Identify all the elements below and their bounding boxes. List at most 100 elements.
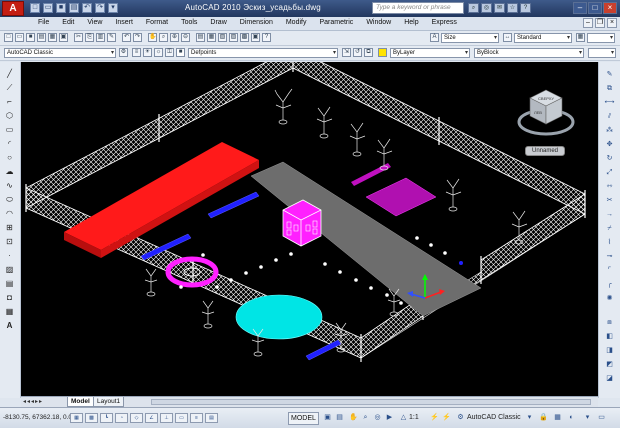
menu-format[interactable]: Format (146, 19, 168, 26)
save-toolbar-icon[interactable]: ■ (26, 33, 35, 42)
menu-tools[interactable]: Tools (181, 19, 197, 26)
menu-edit[interactable]: Edit (62, 19, 74, 26)
chamfer-icon[interactable]: ⌜ (604, 266, 615, 276)
dim-style-dropdown[interactable]: Standard (514, 33, 572, 43)
layer-states-icon[interactable]: ⧉ (364, 48, 373, 57)
insert-block-icon[interactable]: ⊞ (4, 222, 15, 233)
subscription-center-icon[interactable]: ◎ (481, 3, 492, 13)
polar-tracking-button[interactable]: ◔ (115, 413, 128, 423)
table-icon[interactable]: ▦ (4, 306, 15, 317)
doc-close-button[interactable]: × (607, 18, 617, 28)
menu-draw[interactable]: Draw (210, 19, 226, 26)
lineweight-button[interactable]: ≡ (190, 413, 203, 423)
circle-icon[interactable]: ○ (4, 152, 15, 163)
steering-wheel-icon[interactable]: ◎ (372, 412, 383, 423)
annotation-visibility-icon[interactable]: ⚡ (429, 412, 440, 423)
properties-icon[interactable]: ▤ (196, 33, 205, 42)
plot-preview-icon[interactable]: ▦ (48, 33, 57, 42)
redo-toolbar-icon[interactable]: ↷ (133, 33, 142, 42)
bring-to-front-icon[interactable]: ◧ (604, 332, 615, 342)
ortho-mode-button[interactable]: ┗ (100, 413, 113, 423)
spline-icon[interactable]: ∿ (4, 180, 15, 191)
gradient-icon[interactable]: ▤ (4, 278, 15, 289)
menu-parametric[interactable]: Parametric (319, 19, 353, 26)
mirror-icon[interactable]: ⟷ (604, 98, 615, 108)
draw-order-icon[interactable]: ⧈ (604, 318, 615, 328)
layer-on-icon[interactable]: ☀ (143, 48, 152, 57)
drawing-area[interactable]: СВЕРХУ ЛЕВ Unnamed (21, 62, 598, 396)
dim-style-icon[interactable]: ↔ (503, 33, 512, 42)
communication-center-icon[interactable]: ✉ (494, 3, 505, 13)
publish-icon[interactable]: ▣ (59, 33, 68, 42)
showmotion-icon[interactable]: ▶ (384, 412, 395, 423)
close-button[interactable]: × (603, 2, 617, 14)
make-block-icon[interactable]: ⊡ (4, 236, 15, 247)
workspace-settings-icon[interactable]: ⚙ (119, 48, 128, 57)
open-file-icon[interactable]: ▭ (43, 3, 53, 13)
viewcube[interactable]: СВЕРХУ ЛЕВ (516, 84, 576, 142)
design-center-icon[interactable]: ▦ (207, 33, 216, 42)
pan-status-icon[interactable]: ✋ (348, 412, 359, 423)
clean-screen-icon[interactable]: ▭ (596, 412, 607, 423)
rectangle-icon[interactable]: ▭ (4, 124, 15, 135)
status-menu-icon[interactable]: ▾ (582, 412, 593, 423)
text-style-dropdown[interactable]: Size (441, 33, 499, 43)
menu-insert[interactable]: Insert (115, 19, 133, 26)
favorites-star-icon[interactable]: ☆ (507, 3, 518, 13)
markup-icon[interactable]: ▩ (240, 33, 249, 42)
arc-icon[interactable]: ◜ (4, 138, 15, 149)
lineweight-dropdown[interactable] (588, 48, 616, 58)
menu-help[interactable]: Help (404, 19, 418, 26)
workspace-switch-icon[interactable]: ⚙ (455, 412, 466, 423)
snap-mode-button[interactable]: ▦ (70, 413, 83, 423)
multiline-text-icon[interactable]: A (4, 320, 15, 331)
plot-icon[interactable]: ▤ (69, 3, 79, 13)
text-style-icon[interactable]: A (430, 33, 439, 42)
layer-previous-icon[interactable]: ↺ (353, 48, 362, 57)
ucs-menu-button[interactable]: Unnamed (525, 146, 565, 156)
menu-view[interactable]: View (87, 19, 102, 26)
table-style-icon[interactable]: ▦ (576, 33, 585, 42)
menu-window[interactable]: Window (366, 19, 391, 26)
help-toolbar-icon[interactable]: ? (262, 33, 271, 42)
menu-express[interactable]: Express (432, 19, 457, 26)
explode-icon[interactable]: ✺ (604, 294, 615, 304)
extend-icon[interactable]: → (604, 210, 615, 220)
workspace-status-label[interactable]: AutoCAD Classic (467, 412, 521, 423)
color-dropdown[interactable]: ByLayer (390, 48, 470, 58)
save-icon[interactable]: ■ (56, 3, 66, 13)
minimize-button[interactable]: – (573, 2, 587, 14)
match-properties-icon[interactable]: ✎ (107, 33, 116, 42)
send-under-icon[interactable]: ◪ (604, 374, 615, 384)
layer-manager-icon[interactable]: ≡ (132, 48, 141, 57)
copy-object-icon[interactable]: ⧉ (604, 84, 615, 94)
workspace-dropdown-arrow-icon[interactable]: ▾ (524, 412, 535, 423)
zoom-realtime-icon[interactable]: ⌕ (159, 33, 168, 42)
revision-cloud-icon[interactable]: ☁ (4, 166, 15, 177)
layer-color-icon[interactable]: ■ (176, 48, 185, 57)
polygon-icon[interactable]: ⬡ (4, 110, 15, 121)
trim-icon[interactable]: ✂ (604, 196, 615, 206)
ducs-button[interactable]: ⊥ (160, 413, 173, 423)
tab-layout1[interactable]: Layout1 (93, 397, 125, 407)
layer-lock-icon[interactable]: ⚿ (165, 48, 174, 57)
offset-icon[interactable]: ⫽ (604, 112, 615, 122)
fillet-icon[interactable]: ╭ (604, 280, 615, 290)
construction-line-icon[interactable]: ⟋ (4, 82, 15, 93)
line-icon[interactable]: ╱ (4, 68, 15, 79)
help-icon[interactable]: ? (520, 3, 531, 13)
workspace-dropdown[interactable]: AutoCAD Classic (4, 48, 116, 58)
doc-minimize-button[interactable]: – (583, 18, 593, 28)
make-current-layer-icon[interactable]: ⇲ (342, 48, 351, 57)
autocad-logo-icon[interactable]: A (2, 1, 24, 16)
move-icon[interactable]: ✥ (604, 140, 615, 150)
hatch-icon[interactable]: ▨ (4, 264, 15, 275)
quick-view-drawings-icon[interactable]: ▤ (334, 412, 345, 423)
grid-mode-button[interactable]: ▩ (85, 413, 98, 423)
menu-modify[interactable]: Modify (286, 19, 307, 26)
isolate-objects-icon[interactable]: ◐ (566, 412, 577, 423)
zoom-status-icon[interactable]: ⌕ (360, 412, 371, 423)
copy-icon[interactable]: ⎘ (85, 33, 94, 42)
table-style-dropdown[interactable] (587, 33, 615, 43)
auto-scale-icon[interactable]: ⚡ (441, 412, 452, 423)
